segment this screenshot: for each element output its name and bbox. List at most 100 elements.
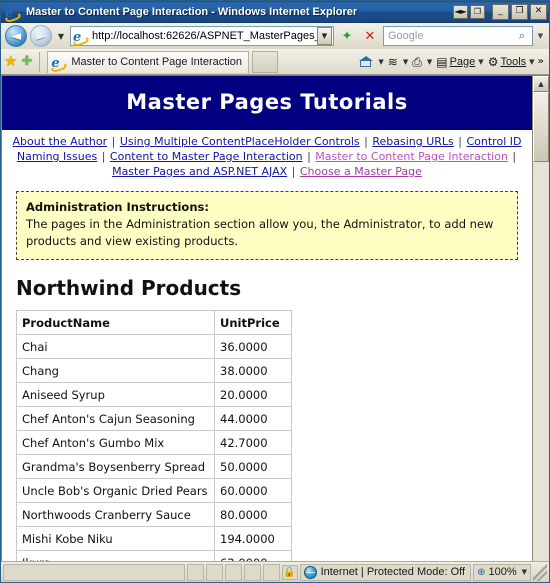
close-button[interactable]: ✕ <box>530 3 547 20</box>
new-tab-button[interactable] <box>251 50 278 73</box>
restore-right-button[interactable]: ❐ <box>470 4 485 19</box>
cell-unitprice: 60.0000 <box>214 478 292 503</box>
search-dropdown-icon[interactable]: ▼ <box>536 32 545 40</box>
back-button[interactable]: ◄ <box>5 25 27 47</box>
column-header-unitprice: UnitPrice <box>214 310 292 335</box>
ie-logo-icon: e <box>5 5 14 21</box>
security-zone[interactable]: Internet | Protected Mode: Off <box>299 563 472 581</box>
maximize-button[interactable]: ❐ <box>511 3 528 20</box>
tab-bar: ★ ✚ e Master to Content Page Interaction… <box>1 49 549 75</box>
instructions-body: The pages in the Administration section … <box>26 217 494 248</box>
address-dropdown-icon[interactable]: ▼ <box>317 27 332 45</box>
scrollbar-track[interactable] <box>533 92 549 561</box>
status-pane-5 <box>262 563 280 581</box>
nav-separator: | <box>303 150 315 163</box>
scrollbar-thumb[interactable] <box>533 92 549 162</box>
address-input[interactable]: e http://localhost:62626/ASPNET_MasterPa… <box>70 26 334 46</box>
zoom-control[interactable]: ⊕ 100% ▼ <box>473 563 531 581</box>
nav-separator: | <box>108 135 119 148</box>
page-caret-icon[interactable]: ▼ <box>478 58 483 66</box>
command-bar: ▼ ≋ ▼ ⎙ ▼ ▤ Page ▼ ⚙ Tools ▼ » <box>358 55 546 68</box>
tab-favicon-icon: e <box>51 56 60 71</box>
cell-unitprice: 50.0000 <box>214 454 292 479</box>
cell-productname: Chang <box>16 358 215 383</box>
security-zone-label: Internet | Protected Mode: Off <box>320 566 466 578</box>
cell-unitprice: 80.0000 <box>214 502 292 527</box>
browser-tab[interactable]: e Master to Content Page Interaction <box>47 50 249 73</box>
feeds-caret-icon[interactable]: ▼ <box>403 58 408 66</box>
globe-icon <box>303 565 317 579</box>
nav-separator: | <box>288 165 299 178</box>
add-favorite-icon[interactable]: ✚ <box>21 55 32 68</box>
home-icon <box>359 55 374 68</box>
tools-menu-button[interactable]: ⚙ Tools ▼ <box>487 56 536 68</box>
home-button[interactable]: ▼ <box>358 55 384 68</box>
site-navigation: About the Author | Using Multiple Conten… <box>2 130 532 181</box>
cell-unitprice: 38.0000 <box>214 358 292 383</box>
printer-icon: ⎙ <box>412 54 422 69</box>
search-input[interactable]: Google ⌕ <box>383 26 533 46</box>
address-bar: ◄ ► ▼ e http://localhost:62626/ASPNET_Ma… <box>1 23 549 49</box>
table-row: Chef Anton's Gumbo Mix 42.7000 <box>16 430 292 455</box>
cell-productname: Ikura <box>16 550 215 561</box>
page-content: Master Pages Tutorials About the Author … <box>1 76 532 561</box>
nav-link-4[interactable]: Content to Master Page Interaction <box>110 150 303 163</box>
status-pane-2 <box>205 563 223 581</box>
forward-arrow-icon: ► <box>36 28 46 44</box>
nav-separator: | <box>98 150 109 163</box>
favorites-star-icon[interactable]: ★ <box>4 54 17 69</box>
table-row: Grandma's Boysenberry Spread 50.0000 <box>16 454 292 479</box>
stop-icon[interactable]: ✕ <box>360 26 380 46</box>
nav-link-2[interactable]: Rebasing URLs <box>372 135 453 148</box>
page-menu-button[interactable]: ▤ Page ▼ <box>435 56 484 68</box>
address-text: http://localhost:62626/ASPNET_MasterPage… <box>92 30 317 42</box>
table-row: Chai 36.0000 <box>16 334 292 359</box>
home-caret-icon[interactable]: ▼ <box>378 58 383 66</box>
feeds-button[interactable]: ≋ ▼ <box>387 56 409 68</box>
forward-button[interactable]: ► <box>30 25 52 47</box>
history-dropdown-icon[interactable]: ▼ <box>55 25 67 47</box>
instructions-heading: Administration Instructions: <box>26 200 209 214</box>
vertical-scrollbar[interactable]: ▲ <box>532 76 549 561</box>
zoom-magnifier-icon: ⊕ <box>477 566 486 578</box>
cell-productname: Grandma's Boysenberry Spread <box>16 454 215 479</box>
cell-productname: Mishi Kobe Niku <box>16 526 215 551</box>
toolbar-divider <box>39 51 41 72</box>
print-button[interactable]: ⎙ ▼ <box>411 56 433 68</box>
zoom-caret-icon[interactable]: ▼ <box>522 568 527 576</box>
scroll-up-button[interactable]: ▲ <box>533 76 549 92</box>
nav-separator: | <box>360 135 372 148</box>
nav-link-0[interactable]: About the Author <box>13 135 108 148</box>
cell-unitprice: 194.0000 <box>214 526 292 551</box>
page-viewport: Master Pages Tutorials About the Author … <box>1 75 549 561</box>
nav-separator: | <box>508 150 517 163</box>
cell-productname: Chef Anton's Gumbo Mix <box>16 430 215 455</box>
nav-link-7[interactable]: Choose a Master Page <box>300 165 422 178</box>
nav-separator: | <box>454 135 466 148</box>
table-row: Chang 38.0000 <box>16 358 292 383</box>
minimize-button[interactable]: _ <box>492 3 509 20</box>
restore-left-button[interactable]: ◄► <box>453 4 468 19</box>
page-icon: ▤ <box>436 54 448 69</box>
products-table-body: Chai 36.0000 Chang 38.0000 Aniseed Syrup 20.0… <box>16 334 292 561</box>
title-bar: e Master to Content Page Interaction - W… <box>1 1 549 23</box>
refresh-icon[interactable]: ✦ <box>337 26 357 46</box>
toolbar-overflow-icon[interactable]: » <box>538 56 544 67</box>
print-caret-icon[interactable]: ▼ <box>427 58 432 66</box>
gear-icon: ⚙ <box>487 54 499 69</box>
page-menu-label: Page <box>449 55 476 68</box>
resize-grip[interactable] <box>533 563 547 581</box>
cell-unitprice: 44.0000 <box>214 406 292 431</box>
window-title: Master to Content Page Interaction - Win… <box>26 5 358 18</box>
nav-link-5[interactable]: Master to Content Page Interaction <box>315 150 508 163</box>
table-row: Uncle Bob's Organic Dried Pears 60.0000 <box>16 478 292 503</box>
nav-link-1[interactable]: Using Multiple ContentPlaceHolder Contro… <box>120 135 360 148</box>
search-placeholder: Google <box>388 30 424 42</box>
search-icon[interactable]: ⌕ <box>512 29 532 43</box>
column-header-productname: ProductName <box>16 310 215 335</box>
status-message <box>3 563 185 581</box>
tab-label: Master to Content Page Interaction <box>71 56 242 68</box>
nav-link-6[interactable]: Master Pages and ASP.NET AJAX <box>112 165 287 178</box>
status-pane-3 <box>224 563 242 581</box>
tools-caret-icon[interactable]: ▼ <box>529 58 534 66</box>
